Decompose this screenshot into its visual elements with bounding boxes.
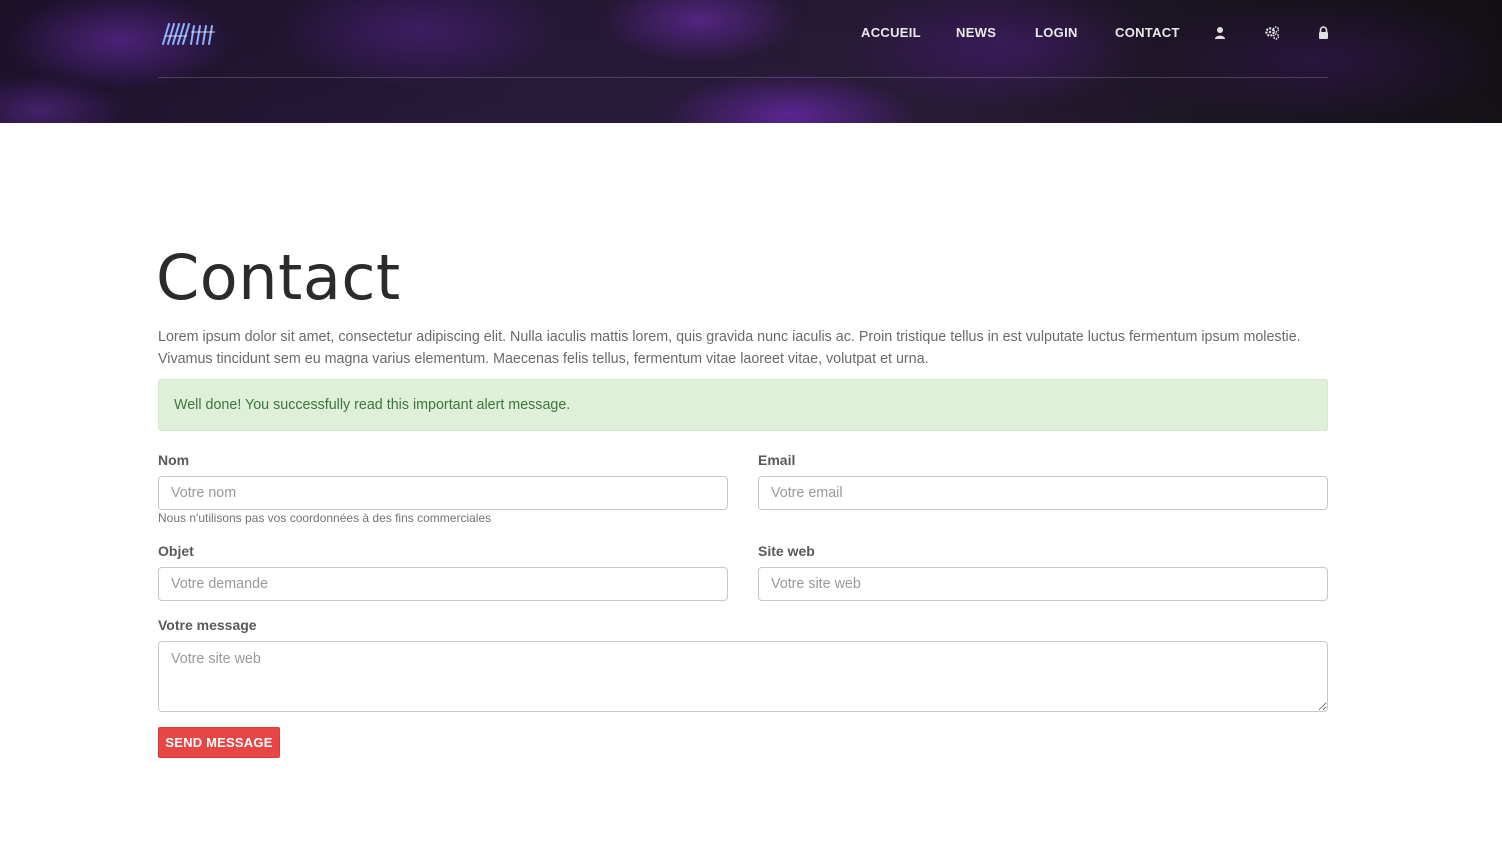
nav-divider: [158, 77, 1328, 78]
intro-line-1: Lorem ipsum dolor sit amet, consectetur …: [158, 329, 1301, 345]
gears-icon[interactable]: [1265, 25, 1280, 40]
user-icon[interactable]: [1214, 25, 1228, 39]
send-message-button[interactable]: SEND MESSAGE: [158, 727, 280, 758]
site-web-input[interactable]: [758, 567, 1328, 601]
success-alert: Well done! You successfully read this im…: [158, 379, 1328, 431]
nav-item-news[interactable]: NEWS: [956, 24, 996, 42]
header-banner: [0, 0, 1502, 123]
site-web-label: Site web: [758, 543, 815, 559]
nav-item-accueil[interactable]: ACCUEIL: [861, 24, 921, 42]
email-label: Email: [758, 452, 796, 468]
message-label: Votre message: [158, 617, 257, 633]
objet-input[interactable]: [158, 567, 728, 601]
objet-label: Objet: [158, 543, 194, 559]
intro-text: Lorem ipsum dolor sit amet, consectetur …: [158, 326, 1338, 370]
message-textarea[interactable]: [158, 641, 1328, 712]
page-title: Contact: [156, 241, 401, 314]
nom-input[interactable]: [158, 476, 728, 510]
nom-label: Nom: [158, 452, 190, 468]
intro-line-2: Vivamus tincidunt sem eu magna varius el…: [158, 351, 929, 367]
nav-item-login[interactable]: LOGIN: [1035, 24, 1078, 42]
email-input[interactable]: [758, 476, 1328, 510]
nav-item-contact[interactable]: CONTACT: [1115, 24, 1180, 42]
main-nav: ACCUEIL NEWS LOGIN CONTACT: [0, 24, 1502, 44]
lock-icon[interactable]: [1318, 25, 1332, 39]
nom-help-text: Nous n'utilisons pas vos coordonnées à d…: [158, 511, 492, 525]
